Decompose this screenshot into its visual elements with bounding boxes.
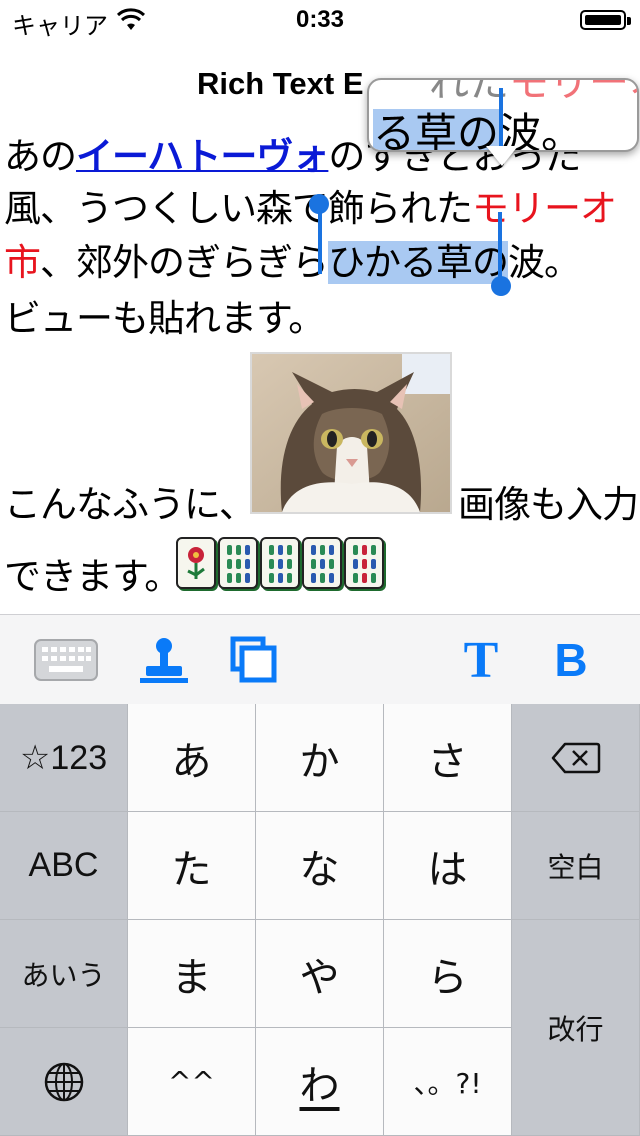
return-key[interactable]: 改行 — [512, 920, 640, 1136]
copy-icon — [230, 636, 277, 683]
copy-button[interactable] — [216, 615, 292, 705]
key-label: は — [427, 846, 468, 893]
key-a[interactable]: あ — [128, 704, 256, 812]
text-run: 波。 — [508, 241, 581, 284]
key-ha[interactable]: は — [384, 812, 512, 920]
red-text-run: モリーオ — [472, 187, 617, 230]
selection-end-handle[interactable] — [491, 276, 511, 296]
key-label: な — [299, 846, 340, 893]
mahjong-bamboo-tile-icon — [218, 537, 258, 589]
text-line-6: できます。 — [4, 555, 181, 598]
key-label: さ — [427, 738, 468, 785]
text-run: 風、うつくしい森で飾られた — [4, 187, 473, 230]
kana-mode-key[interactable]: あいう — [0, 920, 128, 1028]
mahjong-bamboo-tile-icon — [344, 537, 384, 589]
delete-key[interactable] — [512, 704, 640, 812]
hyperlink[interactable]: イーハトーヴォ — [76, 135, 329, 178]
mahjong-flower-tile-icon — [176, 537, 216, 589]
key-na[interactable]: な — [256, 812, 384, 920]
key-label: ☆123 — [19, 738, 108, 777]
red-text-run: 市 — [4, 241, 41, 284]
key-label: 、。?! — [413, 1066, 482, 1100]
text-line-5: こんなふうに、 — [4, 474, 256, 528]
globe-icon — [44, 1062, 83, 1101]
stamp-icon — [140, 638, 188, 683]
bold-button[interactable]: B — [536, 615, 606, 705]
selection-start-handle[interactable] — [309, 194, 329, 214]
key-label: ABC — [28, 846, 99, 884]
mahjong-bamboo-tile-icon — [302, 537, 342, 589]
page-title: Rich Text E — [197, 66, 364, 101]
text-style-button[interactable]: T — [446, 615, 516, 705]
key-label: 空白 — [547, 850, 604, 884]
stamp-button[interactable] — [126, 615, 202, 705]
editor-toolbar: T B — [0, 614, 640, 705]
key-kaomoji[interactable]: ^^ — [128, 1028, 256, 1136]
text-run: こんなふうに、 — [4, 483, 256, 526]
key-ta[interactable]: た — [128, 812, 256, 920]
keyboard-toggle-button[interactable] — [28, 615, 104, 705]
abc-mode-key[interactable]: ABC — [0, 812, 128, 920]
space-key[interactable]: 空白 — [512, 812, 640, 920]
key-label: か — [299, 738, 340, 785]
key-ra[interactable]: ら — [384, 920, 512, 1028]
key-punctuation[interactable]: 、。?! — [384, 1028, 512, 1136]
key-label: わ — [299, 1062, 340, 1109]
key-wa[interactable]: わ — [256, 1028, 384, 1136]
selected-text[interactable]: ひかる草の — [328, 241, 509, 284]
key-label: ら — [427, 954, 468, 1001]
key-label: ま — [171, 954, 212, 1001]
selection-magnifier: れたモリーオ る草の波。 — [367, 78, 639, 152]
inline-cat-image[interactable] — [250, 352, 452, 514]
key-label: あいう — [21, 958, 106, 992]
key-label: 改行 — [547, 1012, 604, 1046]
text-run: あの — [4, 135, 77, 178]
battery-icon — [580, 10, 631, 30]
globe-key[interactable] — [0, 1028, 128, 1136]
text-line-4: ビューも貼れます。 — [4, 297, 325, 340]
key-label: あ — [171, 738, 212, 785]
key-label: ^^ — [168, 1065, 215, 1098]
key-label: や — [299, 954, 340, 1001]
japanese-keyboard: ☆123 あ か さ ABC た な は 空白 あいう ま や ら 改行 ^^ … — [0, 704, 640, 1136]
key-sa[interactable]: さ — [384, 704, 512, 812]
selection-start-bar — [318, 212, 322, 274]
key-ya[interactable]: や — [256, 920, 384, 1028]
magnifier-cursor — [499, 88, 503, 146]
numbers-mode-key[interactable]: ☆123 — [0, 704, 128, 812]
mahjong-bamboo-tile-icon — [260, 537, 300, 589]
selection-end-bar — [498, 212, 502, 284]
magnifier-pointer — [486, 146, 518, 166]
keyboard-icon — [34, 639, 98, 681]
magnifier-text: る草の波。 — [373, 100, 583, 150]
status-bar: キャリア 0:33 — [0, 0, 640, 40]
mahjong-tiles — [176, 537, 384, 591]
cat-photo-icon — [252, 354, 450, 512]
text-run: 、郊外のぎらぎら — [40, 241, 329, 284]
text-line-5-suffix: 画像も入力 — [458, 483, 639, 526]
magnifier-selected-text: る草の — [373, 109, 500, 150]
key-label: た — [171, 846, 212, 893]
clock: 0:33 — [295, 6, 345, 33]
key-ka[interactable]: か — [256, 704, 384, 812]
backspace-icon — [551, 742, 600, 773]
key-ma[interactable]: ま — [128, 920, 256, 1028]
